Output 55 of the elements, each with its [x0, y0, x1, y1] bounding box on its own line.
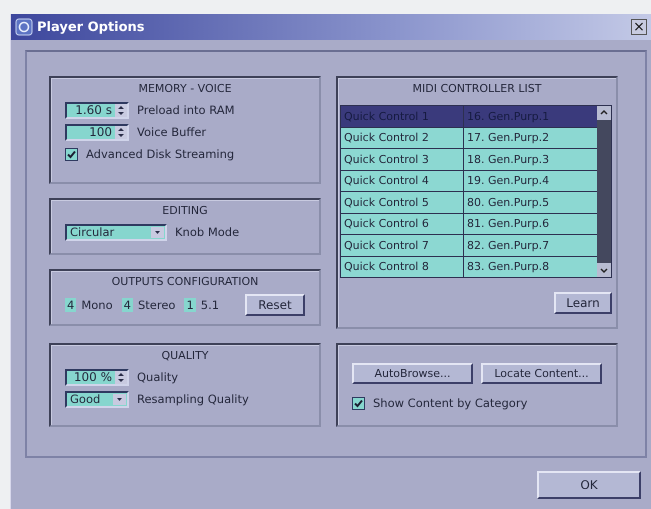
group-title: OUTPUTS CONFIGURATION: [110, 275, 260, 288]
group-title: MEMORY - VOICE: [137, 82, 233, 95]
group-title: QUALITY: [160, 349, 210, 362]
spin-arrows-icon[interactable]: [115, 370, 127, 384]
dropdown[interactable]: Circular: [65, 224, 167, 240]
number-spinner[interactable]: 100: [65, 124, 129, 140]
number-spinner[interactable]: 100 %: [65, 368, 129, 386]
checkbox-label: Show Content by Category: [373, 396, 528, 410]
list-cell[interactable]: 19. Gen.Purp.4: [464, 170, 597, 191]
field-label: Knob Mode: [175, 225, 240, 239]
dropdown[interactable]: Good: [65, 390, 129, 408]
caret-icon: [151, 226, 164, 238]
list-cell[interactable]: 80. Gen.Purp.5: [464, 192, 597, 212]
group-title: EDITING: [161, 204, 209, 217]
field-label: Voice Buffer: [137, 125, 206, 139]
list-cell[interactable]: Quick Control 8: [341, 256, 463, 277]
count-value: 4: [122, 298, 133, 312]
list-cell[interactable]: Quick Control 7: [341, 235, 463, 256]
checkbox[interactable]: [352, 396, 365, 410]
count-value: 1: [184, 298, 196, 312]
spin-arrows-icon[interactable]: [115, 126, 127, 138]
close-button[interactable]: ×: [631, 19, 647, 35]
list-cell[interactable]: Quick Control 5: [341, 192, 463, 212]
output-label: Stereo: [138, 298, 176, 312]
list-cell[interactable]: Quick Control 6: [341, 214, 463, 234]
list-cell[interactable]: 18. Gen.Purp.3: [464, 149, 597, 170]
scroll-up-icon[interactable]: [597, 106, 611, 120]
spin-arrows-icon[interactable]: [115, 104, 127, 116]
count-value: 4: [65, 298, 76, 312]
learn-button[interactable]: Learn: [554, 292, 612, 314]
list-cell[interactable]: Quick Control 4: [341, 170, 463, 191]
field-label: Quality: [137, 370, 178, 384]
list-cell[interactable]: 17. Gen.Purp.2: [464, 128, 597, 148]
caret-icon: [113, 394, 126, 404]
checkbox[interactable]: [65, 148, 78, 160]
list-cell[interactable]: Quick Control 2: [341, 128, 463, 148]
app-icon: [15, 18, 33, 36]
number-spinner[interactable]: 1.60 s: [65, 102, 129, 118]
browse-button[interactable]: AutoBrowse...: [352, 363, 473, 384]
field-label: Preload into RAM: [137, 103, 235, 117]
ok-button[interactable]: OK: [537, 471, 641, 499]
reset-button[interactable]: Reset: [245, 294, 305, 316]
field-label: Resampling Quality: [137, 392, 249, 406]
window-title: Player Options: [37, 20, 146, 34]
checkbox-label: Advanced Disk Streaming: [86, 147, 234, 161]
scrollbar[interactable]: [597, 106, 611, 277]
list-cell[interactable]: Quick Control 3: [341, 149, 463, 170]
group-title: MIDI CONTROLLER LIST: [412, 82, 542, 95]
output-label: Mono: [81, 298, 113, 312]
list-cell[interactable]: 81. Gen.Purp.6: [464, 214, 597, 234]
browse-button[interactable]: Locate Content...: [481, 363, 602, 384]
list-cell[interactable]: 83. Gen.Purp.8: [464, 256, 597, 277]
scroll-down-icon[interactable]: [597, 263, 611, 277]
output-label: 5.1: [200, 298, 220, 312]
list-cell[interactable]: 82. Gen.Purp.7: [464, 235, 597, 256]
